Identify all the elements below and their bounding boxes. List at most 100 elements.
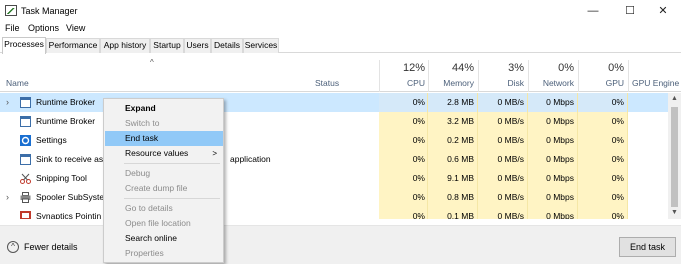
cpu-value: 0%: [412, 211, 425, 219]
table-row[interactable]: Synaptics Pointin 0% 0.1 MB 0 MB/s 0 Mbp…: [0, 207, 668, 219]
column-network[interactable]: Network: [528, 78, 574, 88]
gpu-value: 0%: [611, 135, 624, 145]
memory-value: 0.6 MB: [447, 154, 474, 164]
column-divider: [628, 60, 629, 92]
column-header: ^ Name Status 12% CPU 44% Memory 3% Disk…: [0, 54, 681, 92]
table-row[interactable]: Sink to receive asy application 0% 0.6 M…: [0, 150, 668, 169]
gear-icon: [20, 135, 31, 146]
menu-view[interactable]: View: [66, 23, 85, 33]
column-cpu[interactable]: CPU: [380, 78, 425, 88]
menu-separator: [124, 163, 220, 164]
network-value: 0 Mbps: [546, 154, 574, 164]
network-total: 0%: [558, 62, 574, 74]
process-name: Snipping Tool: [36, 173, 87, 183]
sort-indicator-icon[interactable]: ^: [150, 58, 154, 67]
table-row[interactable]: › Spooler SubSysten 0% 0.8 MB 0 MB/s 0 M…: [0, 188, 668, 207]
tab-strip: Processes Performance App history Startu…: [0, 37, 681, 54]
end-task-button[interactable]: End task: [619, 237, 676, 257]
scroll-down-icon[interactable]: ▼: [668, 207, 681, 219]
submenu-arrow-icon: >: [212, 149, 217, 158]
tab-performance[interactable]: Performance: [46, 38, 100, 53]
table-row[interactable]: Snipping Tool 0% 9.1 MB 0 MB/s 0 Mbps 0%: [0, 169, 668, 188]
menu-item-debug[interactable]: Debug: [105, 166, 223, 181]
fewer-details-link[interactable]: Fewer details: [24, 242, 78, 252]
minimize-button[interactable]: —: [575, 0, 611, 22]
menu-item-search-online[interactable]: Search online: [105, 231, 223, 246]
memory-value: 0.2 MB: [447, 135, 474, 145]
column-memory[interactable]: Memory: [428, 78, 474, 88]
close-button[interactable]: ✕: [645, 0, 681, 22]
process-name-tail: application: [230, 154, 271, 164]
cpu-total: 12%: [402, 62, 425, 74]
tab-details[interactable]: Details: [211, 38, 243, 53]
menu-bar: File Options View: [0, 22, 681, 37]
menu-file[interactable]: File: [5, 23, 20, 33]
menu-item-end-task[interactable]: End task: [105, 131, 223, 146]
cpu-value: 0%: [412, 173, 425, 183]
menu-item-expand[interactable]: Expand: [105, 101, 223, 116]
gpu-value: 0%: [611, 192, 624, 202]
process-name: Settings: [36, 135, 67, 145]
scissors-icon: [20, 173, 31, 184]
column-gpu[interactable]: GPU: [578, 78, 624, 88]
column-disk[interactable]: Disk: [478, 78, 524, 88]
chevron-right-icon[interactable]: ›: [6, 93, 9, 112]
maximize-button[interactable]: ☐: [612, 0, 648, 22]
gpu-value: 0%: [611, 173, 624, 183]
cpu-value: 0%: [412, 135, 425, 145]
menu-item-open-file-location[interactable]: Open file location: [105, 216, 223, 231]
gpu-value: 0%: [611, 211, 624, 219]
column-status[interactable]: Status: [315, 78, 339, 88]
process-name: Sink to receive asy: [36, 154, 108, 164]
process-name: Runtime Broker: [36, 97, 96, 107]
network-value: 0 Mbps: [546, 97, 574, 107]
printer-icon: [20, 192, 31, 203]
title-bar: Task Manager — ☐ ✕: [0, 0, 681, 22]
process-name: Runtime Broker: [36, 116, 96, 126]
cpu-value: 0%: [412, 192, 425, 202]
vertical-scrollbar[interactable]: ▲ ▼: [668, 93, 681, 219]
menu-separator: [124, 198, 220, 199]
menu-item-go-to-details[interactable]: Go to details: [105, 201, 223, 216]
cpu-value: 0%: [412, 116, 425, 126]
table-row[interactable]: Runtime Broker 0% 3.2 MB 0 MB/s 0 Mbps 0…: [0, 112, 668, 131]
menu-item-resource-values[interactable]: Resource values >: [105, 146, 223, 161]
cpu-value: 0%: [412, 154, 425, 164]
window-icon: [20, 97, 31, 108]
network-value: 0 Mbps: [546, 116, 574, 126]
menu-item-switch-to[interactable]: Switch to: [105, 116, 223, 131]
column-gpu-engine[interactable]: GPU Engine: [632, 78, 679, 88]
window-icon: [20, 116, 31, 127]
memory-total: 44%: [451, 62, 474, 74]
table-row[interactable]: › Runtime Broker 0% 2.8 MB 0 MB/s 0 Mbps…: [0, 93, 668, 112]
table-row[interactable]: Settings 0% 0.2 MB 0 MB/s 0 Mbps 0%: [0, 131, 668, 150]
cpu-value: 0%: [412, 97, 425, 107]
tab-services[interactable]: Services: [243, 38, 279, 53]
tab-processes[interactable]: Processes: [2, 37, 46, 54]
tab-users[interactable]: Users: [184, 38, 211, 53]
disk-value: 0 MB/s: [497, 173, 524, 183]
memory-value: 0.1 MB: [447, 211, 474, 219]
disk-value: 0 MB/s: [497, 116, 524, 126]
network-value: 0 Mbps: [546, 173, 574, 183]
process-name: Synaptics Pointin: [36, 211, 102, 219]
disk-value: 0 MB/s: [497, 211, 524, 219]
menu-item-properties[interactable]: Properties: [105, 246, 223, 261]
process-name: Spooler SubSysten: [36, 192, 109, 202]
disk-value: 0 MB/s: [497, 135, 524, 145]
scroll-up-icon[interactable]: ▲: [668, 93, 681, 105]
disk-value: 0 MB/s: [497, 154, 524, 164]
chevron-right-icon[interactable]: ›: [6, 188, 9, 207]
menu-item-create-dump[interactable]: Create dump file: [105, 181, 223, 196]
scrollbar-thumb[interactable]: [671, 107, 678, 207]
touchpad-icon: [20, 211, 31, 219]
task-manager-icon: [5, 5, 17, 16]
menu-item-label: Resource values: [125, 148, 189, 158]
menu-options[interactable]: Options: [28, 23, 59, 33]
tab-startup[interactable]: Startup: [150, 38, 184, 53]
tab-app-history[interactable]: App history: [100, 38, 150, 53]
column-name[interactable]: Name: [6, 78, 29, 88]
gpu-value: 0%: [611, 154, 624, 164]
collapse-chevron-icon[interactable]: ^: [7, 241, 19, 253]
network-value: 0 Mbps: [546, 135, 574, 145]
